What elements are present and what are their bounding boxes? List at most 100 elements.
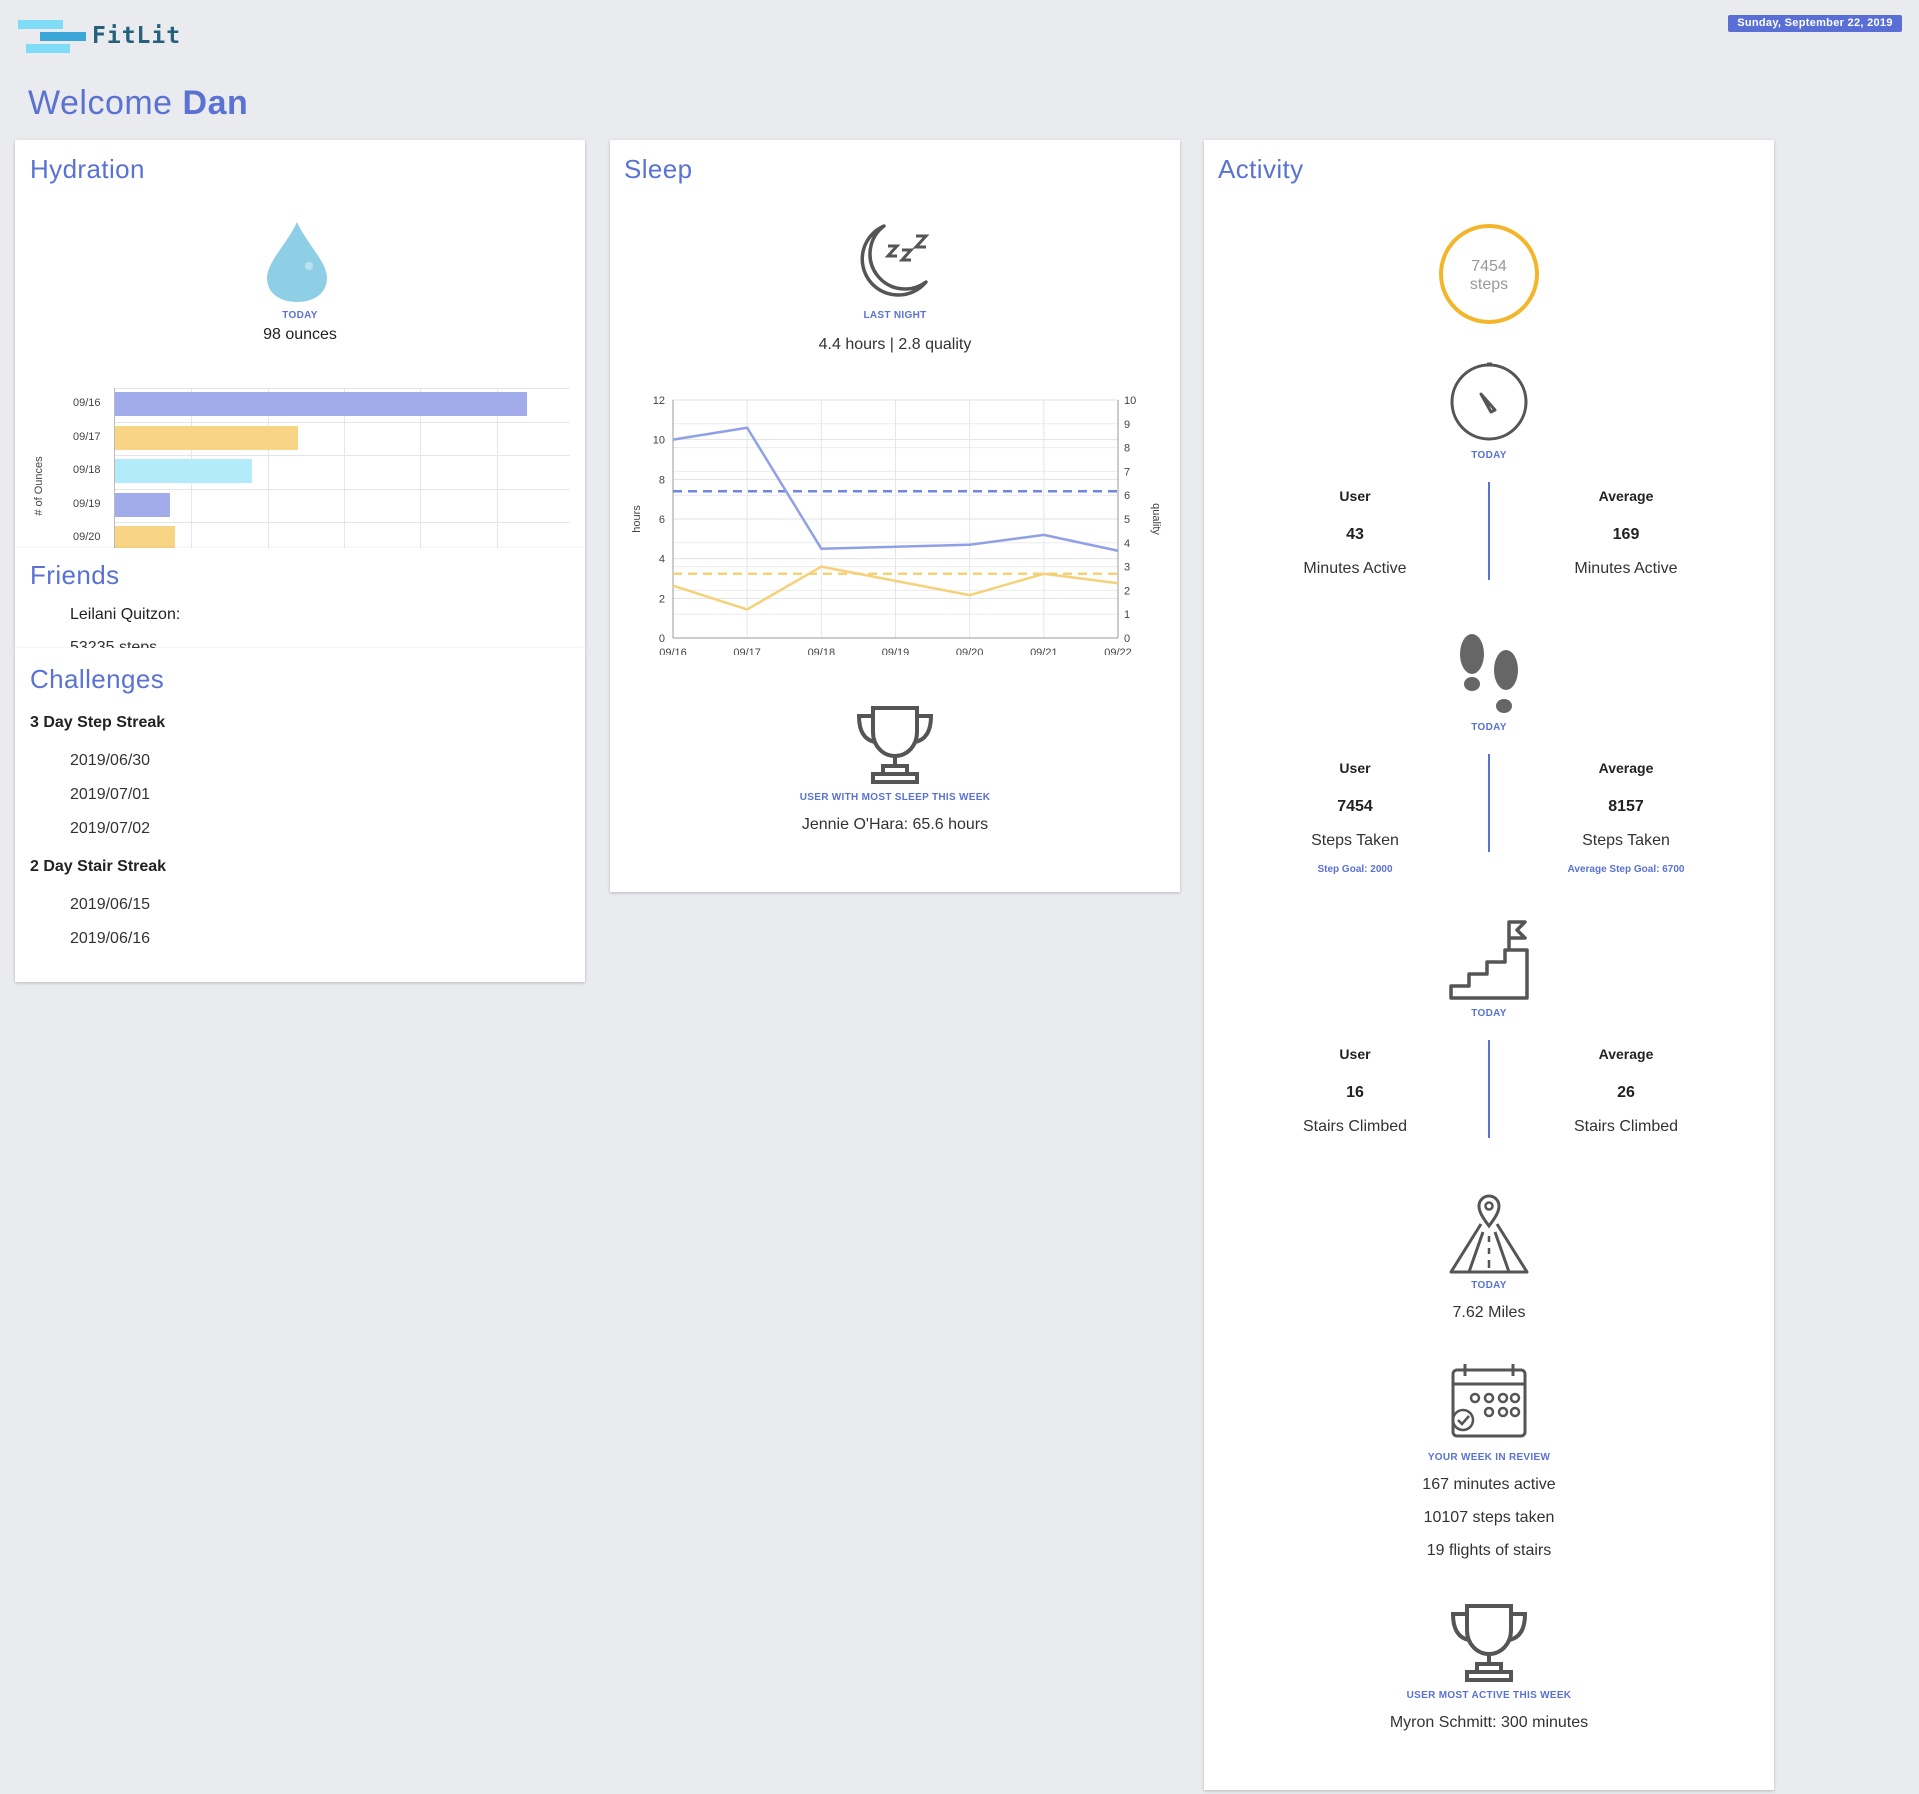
bar-category-label: 09/20 xyxy=(73,531,101,543)
steps-avg-label: Steps Taken xyxy=(1582,832,1670,849)
y-tick-label: 12 xyxy=(653,395,665,407)
moon-zzz-icon xyxy=(860,224,930,297)
minutes-user-head: User xyxy=(1339,488,1371,504)
challenge-date: 2019/07/01 xyxy=(70,786,151,803)
challenge-date: 2019/07/02 xyxy=(70,820,151,837)
sleep-last-night-label: LAST NIGHT xyxy=(863,310,927,321)
grid-line xyxy=(115,388,570,389)
sleep-chart: 02468101201234567891009/16 09/17 09/18 09/1… xyxy=(631,395,1162,655)
minutes-today-label: TODAY xyxy=(1471,450,1507,461)
y-axis-label: # of Ounces xyxy=(33,456,45,516)
bar xyxy=(115,526,175,548)
y-tick-label: 6 xyxy=(659,514,665,526)
bar-category-label: 09/16 xyxy=(73,397,101,409)
x-tick-label: 09/17 xyxy=(733,647,761,655)
y2-axis-label: quality xyxy=(1150,503,1162,535)
stairs-divider xyxy=(1488,1040,1490,1138)
x-tick-label: 09/21 xyxy=(1030,647,1058,655)
grid-line xyxy=(115,455,570,456)
challenge-date: 2019/06/15 xyxy=(70,896,151,913)
sleep-trophy-label: USER WITH MOST SLEEP THIS WEEK xyxy=(799,792,991,803)
road-location-icon xyxy=(1449,1194,1529,1274)
week-steps: 10107 steps taken xyxy=(1423,1509,1555,1526)
welcome-greeting: Welcome xyxy=(28,84,173,122)
week-stairs: 19 flights of stairs xyxy=(1426,1542,1552,1559)
x-tick-label: 09/16 xyxy=(659,647,687,655)
friends-title: Friends xyxy=(30,560,120,590)
bar xyxy=(115,425,299,450)
y2-tick-label: 3 xyxy=(1124,562,1130,574)
bar-category-label: 09/18 xyxy=(73,464,101,476)
welcome-user: Dan xyxy=(182,84,249,122)
minutes-user-label: Minutes Active xyxy=(1303,560,1407,577)
hydration-card: Hydration TODAY 98 ounces # of Ounces 09… xyxy=(15,140,585,548)
app-name: FitLit xyxy=(92,23,182,49)
bar xyxy=(115,459,253,483)
y-tick-label: 0 xyxy=(659,633,665,645)
minutes-user-value: 43 xyxy=(1346,526,1364,543)
friend-steps: 53235 steps xyxy=(70,639,158,648)
steps-ring-unit: steps xyxy=(1469,276,1509,293)
y2-tick-label: 10 xyxy=(1124,395,1136,407)
stairs-avg-label: Stairs Climbed xyxy=(1573,1118,1679,1135)
y-axis-label: hours xyxy=(631,505,643,533)
bar-category-label: 09/19 xyxy=(73,497,101,510)
minutes-avg-value: 169 xyxy=(1612,526,1640,543)
y2-tick-label: 1 xyxy=(1124,609,1130,621)
steps-user-head: User xyxy=(1339,760,1371,776)
y2-tick-label: 8 xyxy=(1124,443,1130,455)
sleep-card: Sleep LAST NIGHT 4.4 hours | 2.8 quality… xyxy=(610,140,1180,892)
bar-category-label: 09/17 xyxy=(73,430,101,443)
week-review-label: YOUR WEEK IN REVIEW xyxy=(1427,1452,1551,1463)
y2-tick-label: 9 xyxy=(1124,419,1130,431)
steps-user-label: Steps Taken xyxy=(1311,832,1399,849)
y2-tick-label: 0 xyxy=(1124,633,1130,645)
stairs-avg-value: 26 xyxy=(1617,1084,1635,1101)
bar xyxy=(115,492,170,517)
distance-value: 7.62 Miles xyxy=(1452,1304,1526,1321)
x-tick-label: 09/19 xyxy=(882,647,910,655)
challenge-name: 3 Day Step Streak xyxy=(30,714,166,731)
stairs-today-label: TODAY xyxy=(1471,1008,1507,1019)
y-tick-label: 8 xyxy=(659,474,665,486)
hydration-today-value: 98 ounces xyxy=(263,326,337,343)
sleep-last-night-value: 4.4 hours | 2.8 quality xyxy=(818,336,972,353)
logo-bar xyxy=(18,20,63,29)
water-drop-icon xyxy=(267,222,327,302)
activity-title: Activity xyxy=(1218,154,1304,184)
hydration-chart: # of Ounces 09/16 09/17 09/18 09/19 09/20 xyxy=(30,388,570,548)
steps-user-value: 7454 xyxy=(1337,798,1373,815)
hydration-title: Hydration xyxy=(30,154,145,184)
activity-card: Activity 7454 steps TODAY User Average 4… xyxy=(1204,140,1774,1790)
fitlit-logo: FitLit xyxy=(18,20,180,56)
week-minutes: 167 minutes active xyxy=(1422,1476,1556,1493)
x-tick-label: 09/20 xyxy=(956,647,984,655)
steps-ring-value: 7454 xyxy=(1471,258,1507,275)
date-badge: Sunday, September 22, 2019 xyxy=(1728,15,1902,32)
stairs-avg-head: Average xyxy=(1598,1046,1654,1062)
friend-name: Leilani Quitzon: xyxy=(70,606,181,623)
stairs-flag-icon xyxy=(1449,920,1529,1000)
average-step-goal: Average Step Goal: 6700 xyxy=(1567,864,1685,875)
grid-line xyxy=(115,522,570,523)
bar xyxy=(115,392,528,416)
challenge-name: 2 Day Stair Streak xyxy=(30,858,167,875)
y2-tick-label: 6 xyxy=(1124,490,1130,502)
y2-tick-label: 7 xyxy=(1124,466,1130,478)
hydration-today-label: TODAY xyxy=(282,310,318,321)
challenge-date: 2019/06/16 xyxy=(70,930,151,947)
y2-tick-label: 5 xyxy=(1124,514,1130,526)
logo-bar xyxy=(26,44,70,53)
footprints-icon xyxy=(1460,634,1518,713)
challenges-card: Challenges 3 Day Step Streak 2019/06/30 … xyxy=(15,648,585,982)
distance-today-label: TODAY xyxy=(1471,1280,1507,1291)
grid-line xyxy=(115,488,570,490)
x-tick-label: 09/18 xyxy=(808,647,836,655)
stairs-user-label: Stairs Climbed xyxy=(1302,1118,1408,1135)
trophy-icon xyxy=(1450,1604,1528,1682)
calendar-icon xyxy=(1451,1364,1527,1438)
y-tick-label: 4 xyxy=(659,554,665,566)
stairs-user-value: 16 xyxy=(1346,1084,1364,1101)
y2-tick-label: 2 xyxy=(1124,585,1130,597)
minutes-divider xyxy=(1488,482,1490,580)
